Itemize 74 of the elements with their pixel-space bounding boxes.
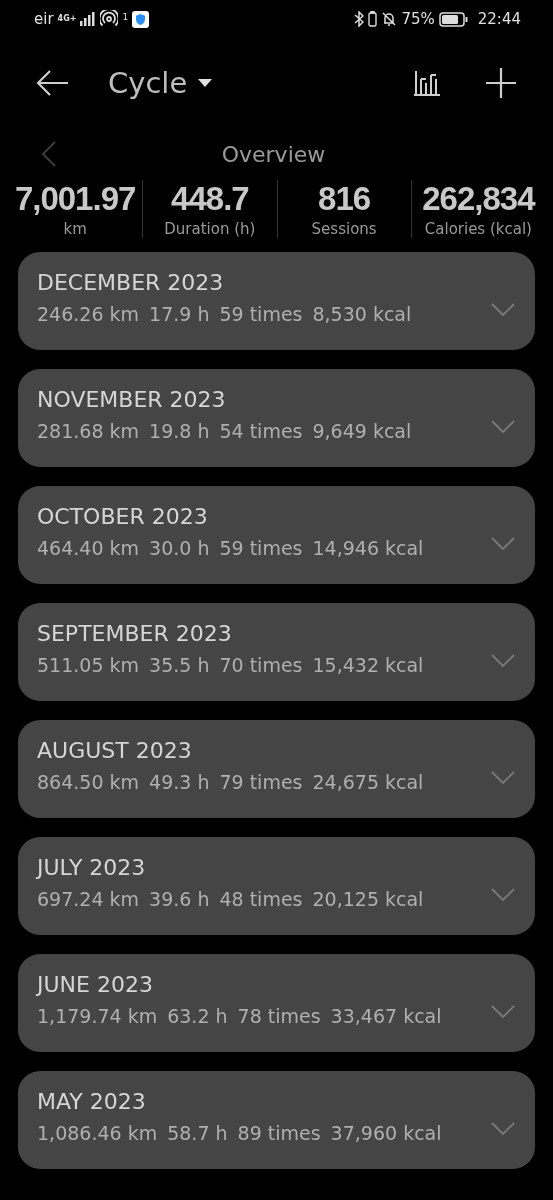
month-stat: 14,946 kcal <box>312 537 424 559</box>
month-title: DECEMBER 2023 <box>37 270 225 295</box>
month-stat: 33,467 kcal <box>330 1005 442 1027</box>
battery-percent: 75% <box>401 10 435 28</box>
month-stat: 79 times <box>219 771 303 793</box>
month-card[interactable]: JUNE 2023 1,179.74 km 63.2 h 78 times 33,467 kcal <box>18 954 535 1052</box>
month-stat: 17.9 h <box>149 303 210 325</box>
month-stat: 15,432 kcal <box>312 654 424 676</box>
bluetooth-icon <box>354 11 365 27</box>
battery-icon <box>438 11 468 27</box>
stat-value: 262,834 <box>422 180 535 218</box>
hotspot-count: 1 <box>122 12 129 22</box>
month-stat: 49.3 h <box>149 771 210 793</box>
month-title: OCTOBER 2023 <box>37 504 209 529</box>
month-stat: 54 times <box>219 420 303 442</box>
month-card[interactable]: NOVEMBER 2023 281.68 km 19.8 h 54 times 9,649 kcal <box>18 369 535 467</box>
stat-label: Duration (h) <box>164 220 256 238</box>
stat-value: 7,001.97 <box>14 180 136 218</box>
month-card[interactable]: MAY 2023 1,086.46 km 58.7 h 89 times 37,960 kcal <box>18 1071 535 1169</box>
caret-icon <box>197 78 214 88</box>
month-stat: 39.6 h <box>149 888 210 910</box>
month-card[interactable]: SEPTEMBER 2023 511.05 km 35.5 h 70 times 15,432 kcal <box>18 603 535 701</box>
month-stat: 19.8 h <box>149 420 210 442</box>
carrier-name: eir <box>34 10 54 28</box>
month-stat: 35.5 h <box>149 654 210 676</box>
month-title: JULY 2023 <box>37 855 147 880</box>
month-stat: 511.05 km <box>37 654 140 676</box>
month-stat: 59 times <box>219 303 303 325</box>
month-stat: 1,179.74 km <box>37 1005 158 1027</box>
sport-selector[interactable]: Cycle <box>108 66 214 100</box>
month-stat: 697.24 km <box>37 888 140 910</box>
stat-value: 816 <box>318 180 371 218</box>
month-stat: 20,125 kcal <box>312 888 424 910</box>
month-stat: 281.68 km <box>37 420 140 442</box>
stat-label: Sessions <box>311 220 377 238</box>
bar-chart-button[interactable] <box>413 70 441 96</box>
month-stat: 48 times <box>219 888 303 910</box>
month-stat: 24,675 kcal <box>312 771 424 793</box>
month-title: JUNE 2023 <box>37 972 154 997</box>
month-stat: 8,530 kcal <box>312 303 412 325</box>
month-stat: 30.0 h <box>149 537 210 559</box>
month-card[interactable]: AUGUST 2023 864.50 km 49.3 h 79 times 24,675 kcal <box>18 720 535 818</box>
month-title: MAY 2023 <box>37 1089 147 1114</box>
overview-title: Overview <box>220 141 327 167</box>
back-button[interactable] <box>36 69 70 97</box>
battery-saver-icon <box>368 11 378 27</box>
clock-time: 22:44 <box>477 10 521 28</box>
shield-app-icon <box>132 10 150 28</box>
network-type: 4G+ <box>57 15 77 23</box>
stat-value: 448.7 <box>171 180 249 218</box>
month-stat: 58.7 h <box>167 1122 228 1144</box>
stat-label: km <box>63 220 87 238</box>
month-title: NOVEMBER 2023 <box>37 387 227 412</box>
month-stat: 864.50 km <box>37 771 140 793</box>
month-stat: 246.26 km <box>37 303 140 325</box>
month-card[interactable]: OCTOBER 2023 464.40 km 30.0 h 59 times 14,946 kcal <box>18 486 535 584</box>
hotspot-icon <box>100 10 119 28</box>
month-stat: 59 times <box>219 537 303 559</box>
month-title: AUGUST 2023 <box>37 738 193 763</box>
month-stat: 37,960 kcal <box>330 1122 442 1144</box>
month-stat: 63.2 h <box>167 1005 228 1027</box>
signal-icon <box>80 12 97 26</box>
month-stat: 78 times <box>237 1005 321 1027</box>
month-title: SEPTEMBER 2023 <box>37 621 233 646</box>
stat-label: Calories (kcal) <box>424 220 532 238</box>
month-stat: 70 times <box>219 654 303 676</box>
month-stat: 9,649 kcal <box>312 420 412 442</box>
month-stat: 89 times <box>237 1122 321 1144</box>
month-stat: 464.40 km <box>37 537 140 559</box>
month-card[interactable]: JULY 2023 697.24 km 39.6 h 48 times 20,125 kcal <box>18 837 535 935</box>
month-stat: 1,086.46 km <box>37 1122 158 1144</box>
month-card[interactable]: DECEMBER 2023 246.26 km 17.9 h 59 times 8,530 kcal <box>18 252 535 350</box>
add-button[interactable] <box>485 67 517 99</box>
muted-bell-icon <box>381 11 398 27</box>
